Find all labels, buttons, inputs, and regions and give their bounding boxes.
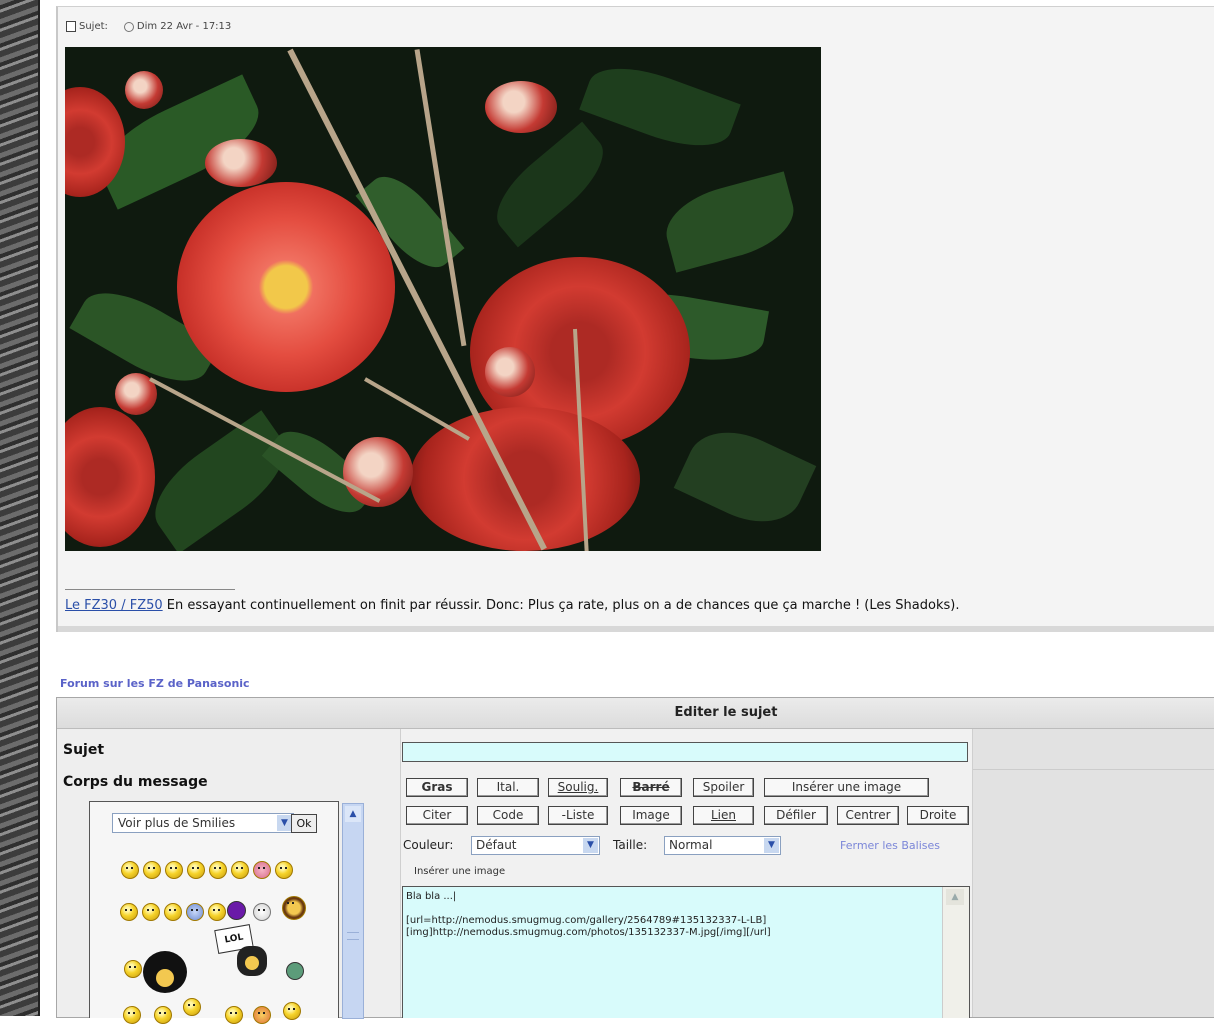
afro-smiley-icon[interactable] [143, 951, 187, 993]
size-label: Taille: [613, 838, 648, 852]
link-button[interactable]: Lien [693, 806, 754, 825]
smiley-icon[interactable] [121, 861, 139, 879]
post-icon [66, 21, 76, 32]
green-smiley-icon[interactable] [286, 962, 304, 980]
post-subject-label: Sujet: [79, 21, 108, 32]
smiley-icon[interactable] [275, 861, 293, 879]
post-subject: Sujet: [66, 21, 108, 32]
smiley-icon[interactable] [165, 861, 183, 879]
color-select[interactable]: Défaut ▼ [471, 836, 600, 855]
close-tags-link[interactable]: Fermer les Balises [840, 839, 940, 852]
scroll-text-button[interactable]: Défiler [764, 806, 828, 825]
smilies-scrollbar[interactable]: ▲ [342, 803, 364, 1019]
post-footer-bar [58, 626, 1214, 632]
smiley-icon[interactable] [183, 998, 201, 1016]
ghost-smiley-icon[interactable] [253, 903, 271, 921]
chevron-down-icon: ▼ [277, 815, 292, 831]
chevron-down-icon: ▼ [583, 838, 598, 853]
signature-link[interactable]: Le FZ30 / FZ50 [65, 598, 163, 613]
color-label: Couleur: [403, 838, 454, 852]
smiley-icon[interactable] [283, 1002, 301, 1020]
leaf [658, 171, 802, 273]
edit-form-title: Editer le sujet [57, 698, 1214, 729]
smiley-icon[interactable] [143, 861, 161, 879]
lol-sign-text: LOL [223, 932, 245, 946]
smiley-icon[interactable] [187, 861, 205, 879]
flower-bud [485, 347, 535, 397]
spoiler-button[interactable]: Spoiler [693, 778, 754, 797]
scroll-up-icon[interactable]: ▲ [345, 806, 361, 822]
flower-bud [485, 81, 557, 133]
size-select[interactable]: Normal ▼ [664, 836, 781, 855]
leaf [579, 53, 741, 161]
pink-camellia [177, 182, 395, 392]
signature: Le FZ30 / FZ50 En essayant continuelleme… [65, 598, 959, 613]
spiky-hair-smiley-icon[interactable] [237, 946, 267, 976]
code-button[interactable]: Code [477, 806, 539, 825]
branch [364, 377, 470, 441]
post-header: Sujet: Dim 22 Avr - 17:13 [66, 21, 231, 32]
bold-button[interactable]: Gras [406, 778, 468, 797]
italic-button[interactable]: Ital. [477, 778, 539, 797]
color-select-value: Défaut [476, 838, 517, 852]
smilies-select-value: Voir plus de Smilies [118, 816, 236, 830]
smiley-icon[interactable] [124, 960, 142, 978]
subject-label: Sujet [63, 742, 105, 758]
smiley-icon[interactable] [154, 1006, 172, 1024]
textarea-scrollbar[interactable]: ▲ [942, 887, 969, 1018]
smiley-icon[interactable] [231, 861, 249, 879]
signature-divider [65, 589, 235, 590]
right-panel [972, 729, 1214, 1017]
flower-bud [205, 139, 277, 187]
chevron-down-icon: ▼ [764, 838, 779, 853]
leaf [482, 121, 618, 248]
quote-button[interactable]: Citer [406, 806, 468, 825]
red-camellia [65, 407, 155, 547]
flower-bud [343, 437, 413, 507]
center-button[interactable]: Centrer [837, 806, 899, 825]
list-button[interactable]: -Liste [548, 806, 608, 825]
leaf [673, 415, 817, 539]
smiley-icon[interactable] [123, 1006, 141, 1024]
strikethrough-button[interactable]: Barré [620, 778, 682, 797]
smiley-icon[interactable] [208, 903, 226, 921]
forum-breadcrumb-link[interactable]: Forum sur les FZ de Panasonic [60, 677, 250, 690]
smiley-icon[interactable] [225, 1006, 243, 1024]
flower-bud [125, 71, 163, 109]
message-textarea[interactable]: Bla bla ...| [url=http://nemodus.smugmug… [402, 886, 970, 1018]
scroll-thumb[interactable] [347, 932, 359, 940]
image-button[interactable]: Image [620, 806, 682, 825]
subject-input[interactable] [402, 742, 968, 762]
smilies-ok-button[interactable]: Ok [291, 814, 317, 833]
decorative-left-border [0, 0, 40, 1016]
signature-text: En essayant continuellement on finit par… [166, 598, 960, 613]
smiley-icon[interactable] [142, 903, 160, 921]
camellia-photo[interactable] [65, 47, 821, 551]
smiley-icon[interactable] [120, 903, 138, 921]
purple-smiley-icon[interactable] [227, 901, 246, 920]
smiley-icon[interactable] [186, 903, 204, 921]
scroll-up-icon[interactable]: ▲ [946, 889, 964, 905]
cowboy-smiley-icon[interactable] [282, 896, 306, 920]
post-date-text: Dim 22 Avr - 17:13 [136, 21, 232, 32]
red-camellia [410, 407, 640, 551]
size-select-value: Normal [669, 838, 713, 852]
insert-image-label: Insérer une image [414, 866, 506, 877]
smilies-select[interactable]: Voir plus de Smilies ▼ [112, 813, 294, 833]
leaf [138, 410, 302, 551]
underline-button[interactable]: Soulig. [548, 778, 608, 797]
clock-icon [123, 21, 134, 32]
smiley-icon[interactable] [253, 1006, 271, 1024]
post-date: Dim 22 Avr - 17:13 [123, 21, 232, 32]
smiley-icon[interactable] [164, 903, 182, 921]
edit-form: Editer le sujet Sujet Corps du message G… [56, 697, 1214, 1024]
insert-image-button[interactable]: Insérer une image [764, 778, 929, 797]
smiley-icon[interactable] [209, 861, 227, 879]
message-text: Bla bla ...| [url=http://nemodus.smugmug… [406, 891, 771, 938]
align-right-button[interactable]: Droite [907, 806, 969, 825]
body-label: Corps du message [63, 774, 208, 790]
forum-post: Sujet: Dim 22 Avr - 17:13 Le FZ30 / FZ50… [56, 6, 1214, 632]
smiley-icon[interactable] [253, 861, 271, 879]
